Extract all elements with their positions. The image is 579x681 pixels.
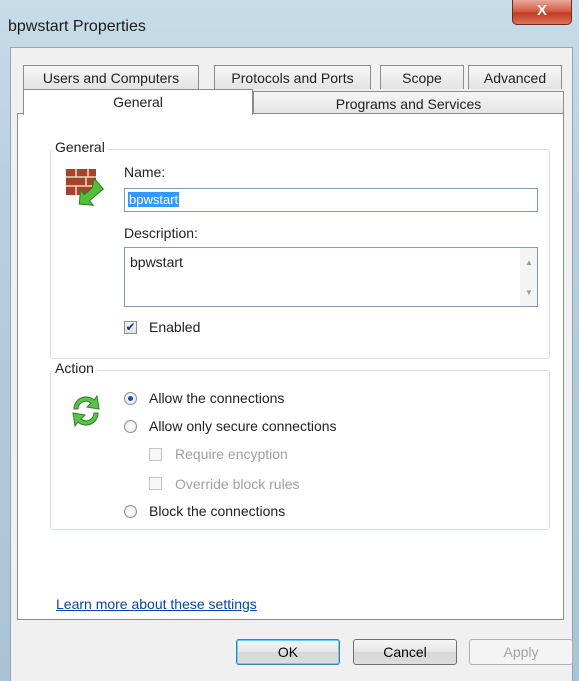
description-label: Description:: [124, 225, 198, 241]
enabled-label: Enabled: [149, 319, 201, 335]
enabled-checkbox[interactable]: ✔: [124, 321, 137, 334]
override-block-rules-label: Override block rules: [175, 476, 300, 492]
description-textarea[interactable]: bpwstart ▲ ▼: [124, 247, 538, 307]
tab-label: Scope: [402, 70, 442, 86]
cancel-button-label: Cancel: [383, 644, 427, 660]
tab-scope[interactable]: Scope: [380, 65, 464, 89]
tab-label: Advanced: [483, 70, 547, 86]
tab-label: Protocols and Ports: [231, 70, 354, 86]
require-encryption-checkbox[interactable]: [149, 448, 162, 461]
tab-advanced[interactable]: Advanced: [468, 65, 562, 89]
action-arrows-icon: [72, 394, 100, 428]
firewall-rule-icon: [66, 169, 105, 206]
description-value: bpwstart: [130, 254, 183, 270]
tab-users-and-computers[interactable]: Users and Computers: [23, 65, 199, 89]
description-scrollbar[interactable]: ▲ ▼: [520, 248, 537, 306]
properties-dialog: bpwstart Properties X Users and Computer…: [0, 0, 579, 681]
require-encryption-label: Require encyption: [175, 446, 288, 462]
name-input[interactable]: bpwstart: [124, 188, 538, 212]
scroll-up-icon[interactable]: ▲: [525, 258, 533, 267]
tab-label: Programs and Services: [335, 96, 482, 112]
scroll-down-icon[interactable]: ▼: [525, 288, 533, 297]
override-block-rules-checkbox[interactable]: [149, 477, 162, 490]
apply-button[interactable]: Apply: [469, 639, 573, 665]
allow-connections-label: Allow the connections: [149, 390, 285, 406]
allow-connections-radio[interactable]: [124, 392, 137, 405]
tab-label: Users and Computers: [42, 70, 180, 86]
block-connections-radio[interactable]: [124, 505, 137, 518]
close-icon: X: [536, 2, 547, 19]
action-group-legend: Action: [52, 360, 97, 376]
tab-protocols-and-ports[interactable]: Protocols and Ports: [214, 65, 371, 89]
cancel-button[interactable]: Cancel: [353, 639, 457, 665]
tab-general[interactable]: General: [23, 89, 253, 115]
allow-secure-connections-radio[interactable]: [124, 420, 137, 433]
name-label: Name:: [124, 164, 166, 180]
close-button[interactable]: X: [512, 0, 572, 25]
general-tab-panel: General Name: bpwstart Description: bpws…: [17, 113, 564, 620]
tab-programs-and-services[interactable]: Programs and Services: [253, 91, 564, 115]
name-input-value: bpwstart: [128, 192, 180, 207]
tab-label: General: [113, 94, 163, 110]
window-title: bpwstart Properties: [8, 18, 146, 35]
ok-button[interactable]: OK: [236, 639, 340, 665]
title-bar[interactable]: bpwstart Properties X: [0, 0, 579, 44]
general-group-legend: General: [52, 139, 108, 155]
apply-button-label: Apply: [503, 644, 539, 660]
allow-secure-connections-label: Allow only secure connections: [149, 418, 337, 434]
block-connections-label: Block the connections: [149, 503, 286, 519]
ok-button-label: OK: [277, 644, 299, 660]
learn-more-link[interactable]: Learn more about these settings: [56, 596, 257, 612]
